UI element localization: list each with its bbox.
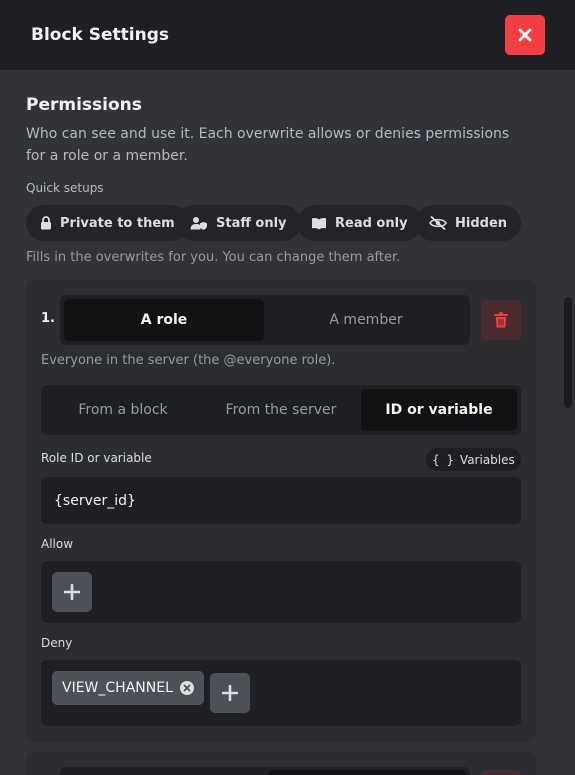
permission-tag-label: VIEW_CHANNEL <box>62 680 173 696</box>
source-option-id-variable[interactable]: ID or variable <box>361 389 517 431</box>
delete-overwrite-button-2[interactable] <box>481 770 521 775</box>
permissions-description: Who can see and use it. Each overwrite a… <box>26 126 510 164</box>
variables-label: Variables <box>459 452 515 467</box>
overwrite-number: 1. <box>41 311 55 326</box>
deny-label: Deny <box>41 636 73 650</box>
target-option-active-2[interactable] <box>268 770 466 775</box>
close-circle-icon <box>179 681 194 695</box>
role-id-input[interactable]: {server_id} <box>41 477 521 524</box>
modal-title: Block Settings <box>31 25 170 45</box>
scrollbar-thumb[interactable] <box>564 297 572 408</box>
remove-permission-button[interactable] <box>179 681 194 695</box>
quick-setup-staff-button[interactable]: Staff only <box>176 205 301 241</box>
plus-icon <box>222 685 238 701</box>
quick-setups-label: Quick setups <box>26 181 104 195</box>
quick-setup-label: Staff only <box>216 215 287 231</box>
delete-overwrite-button[interactable] <box>481 300 521 340</box>
quick-setup-label: Private to them <box>60 215 175 231</box>
trash-icon <box>494 312 508 328</box>
source-option-server[interactable]: From the server <box>203 389 359 431</box>
user-shield-icon <box>190 217 207 230</box>
quick-setup-label: Hidden <box>455 215 508 231</box>
allow-label: Allow <box>41 537 74 551</box>
variables-button[interactable]: { } Variables <box>426 448 521 471</box>
braces-icon: { } <box>432 452 454 467</box>
lock-icon <box>41 216 51 230</box>
quick-setup-readonly-button[interactable]: Read only <box>297 205 422 241</box>
quick-setup-label: Read only <box>335 215 408 231</box>
permission-tag: VIEW_CHANNEL <box>52 671 204 705</box>
plus-icon <box>64 584 80 600</box>
add-allow-permission-button[interactable] <box>52 572 92 612</box>
source-option-block[interactable]: From a block <box>45 389 201 431</box>
close-button[interactable] <box>505 15 545 55</box>
permissions-title: Permissions <box>26 95 142 115</box>
role-id-label: Role ID or variable <box>41 451 152 465</box>
role-id-value: {server_id} <box>54 492 136 509</box>
close-icon <box>518 28 532 42</box>
modal-header: Block Settings <box>0 0 575 70</box>
eye-off-icon <box>429 216 447 230</box>
target-description: Everyone in the server (the @everyone ro… <box>41 353 336 368</box>
quick-setups-hint: Fills in the overwrites for you. You can… <box>26 250 401 265</box>
add-deny-permission-button[interactable] <box>210 673 250 713</box>
book-icon <box>312 217 326 229</box>
target-option-member[interactable]: A member <box>266 299 466 341</box>
quick-setup-private-button[interactable]: Private to them <box>26 205 189 241</box>
quick-setup-hidden-button[interactable]: Hidden <box>415 205 522 241</box>
target-option-role[interactable]: A role <box>64 299 264 341</box>
allow-permissions-box <box>41 561 521 623</box>
